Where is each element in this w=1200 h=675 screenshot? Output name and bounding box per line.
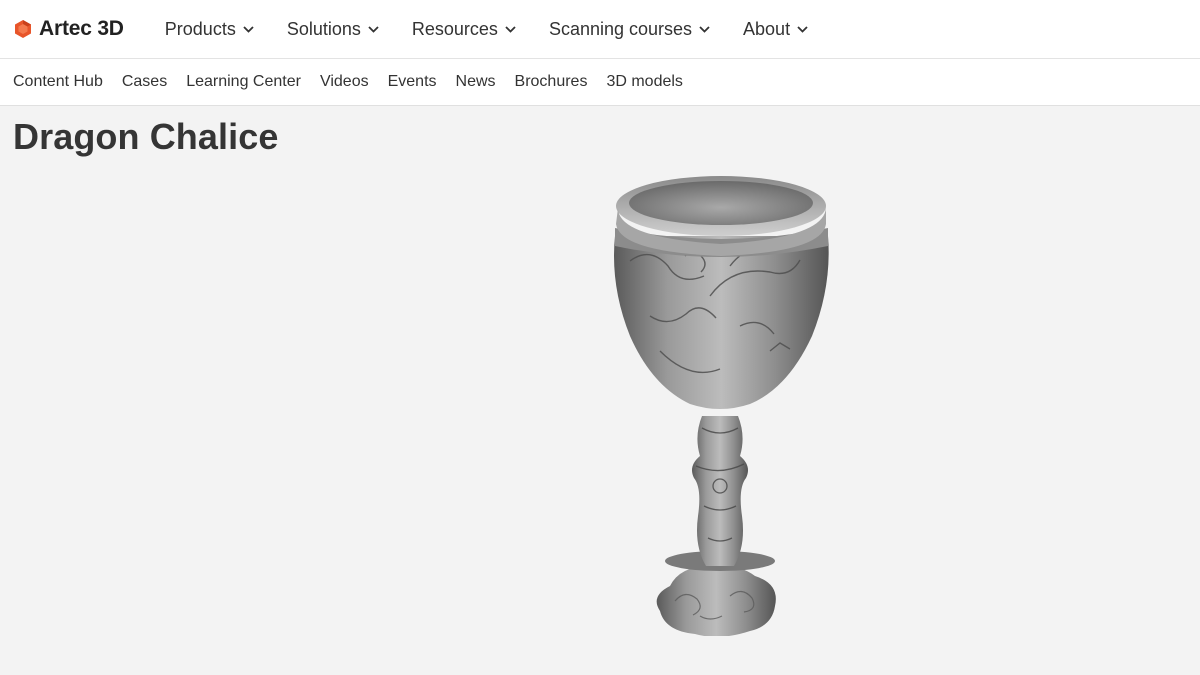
brand-name: Artec 3D <box>39 17 124 40</box>
nav-item-label: Products <box>164 18 236 39</box>
subnav-learning-center[interactable]: Learning Center <box>186 73 301 91</box>
main-navigation: Products Solutions Resources Scanning co… <box>165 19 841 40</box>
model-page: Dragon Chalice <box>0 106 1200 675</box>
nav-item-label: Scanning courses <box>548 18 693 39</box>
nav-item-label: Resources <box>411 18 498 39</box>
nav-item-resources[interactable]: Resources <box>412 19 516 40</box>
subnav-content-hub[interactable]: Content Hub <box>13 73 103 91</box>
chalice-model <box>614 176 829 636</box>
nav-item-solutions[interactable]: Solutions <box>287 19 379 40</box>
nav-item-products[interactable]: Products <box>165 19 254 40</box>
nav-item-about[interactable]: About <box>743 19 808 40</box>
subnav-cases[interactable]: Cases <box>122 73 167 91</box>
subnav-3d-models[interactable]: 3D models <box>606 73 682 91</box>
secondary-navigation: Content Hub Cases Learning Center Videos… <box>0 59 1200 106</box>
chevron-down-icon <box>505 25 516 33</box>
3d-model-viewer[interactable] <box>590 166 850 636</box>
page-title: Dragon Chalice <box>13 116 279 157</box>
top-navigation-bar: Artec 3D Products Solutions Resources Sc… <box>0 0 1200 59</box>
subnav-videos[interactable]: Videos <box>320 73 369 91</box>
chevron-down-icon <box>699 25 710 33</box>
nav-item-label: About <box>743 18 791 39</box>
nav-item-scanning-courses[interactable]: Scanning courses <box>549 19 710 40</box>
chevron-down-icon <box>797 25 808 33</box>
chevron-down-icon <box>243 25 254 33</box>
nav-item-label: Solutions <box>286 18 361 39</box>
subnav-news[interactable]: News <box>456 73 496 91</box>
subnav-brochures[interactable]: Brochures <box>515 73 588 91</box>
artec-logo-icon <box>15 20 31 38</box>
chevron-down-icon <box>368 25 379 33</box>
brand-logo[interactable]: Artec 3D <box>13 17 124 41</box>
subnav-events[interactable]: Events <box>388 73 437 91</box>
